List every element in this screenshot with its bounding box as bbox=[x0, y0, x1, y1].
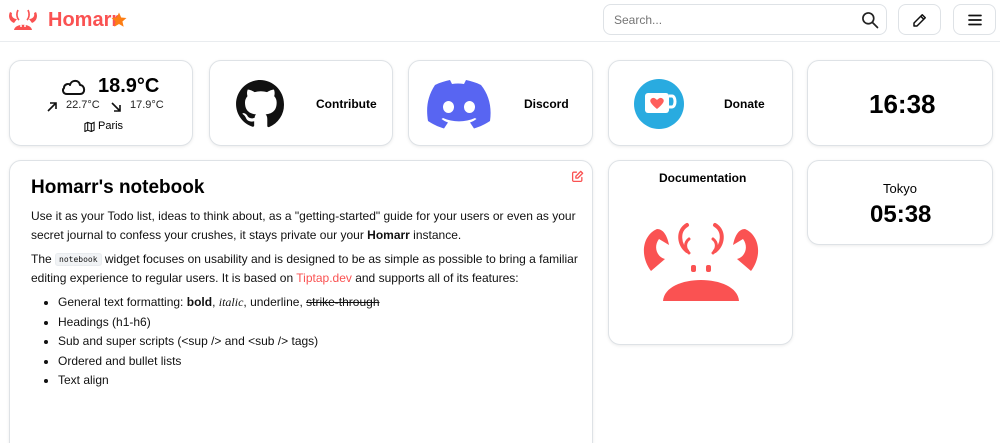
notebook-content[interactable]: Use it as your Todo list, ideas to think… bbox=[31, 207, 591, 391]
notebook-title: Homarr's notebook bbox=[31, 177, 205, 198]
tiptap-link[interactable]: Tiptap.dev bbox=[296, 271, 352, 285]
brand-name: Homarr bbox=[48, 9, 120, 31]
app-tile-contribute[interactable]: Contribute bbox=[209, 60, 393, 146]
app-label-discord: Discord bbox=[524, 97, 569, 111]
menu-button[interactable] bbox=[953, 4, 996, 35]
clock-widget-local: 16:38 bbox=[807, 60, 993, 146]
hamburger-menu-icon bbox=[968, 14, 982, 26]
edit-note-icon[interactable] bbox=[571, 170, 584, 183]
arrow-down-right-icon bbox=[111, 102, 121, 112]
clock-time: 05:38 bbox=[870, 201, 932, 228]
homarr-logo-icon[interactable] bbox=[6, 6, 40, 36]
weather-widget: 18.9°C 22.7°C 17.9°C Paris bbox=[9, 60, 193, 146]
notebook-paragraph: The notebook widget focuses on usability… bbox=[31, 252, 578, 285]
edit-mode-button[interactable] bbox=[898, 4, 941, 35]
notebook-widget: Homarr's notebook Use it as your Todo li… bbox=[9, 160, 593, 443]
clock-city: Tokyo bbox=[883, 181, 917, 196]
search-input[interactable] bbox=[614, 11, 854, 29]
search-box bbox=[603, 4, 887, 35]
top-header: Homarr bbox=[0, 0, 1000, 42]
list-item: General text formatting: bold, italic, u… bbox=[58, 293, 591, 313]
app-label-donate: Donate bbox=[724, 97, 765, 111]
app-tile-discord[interactable]: Discord bbox=[408, 60, 593, 146]
weather-low: 17.9°C bbox=[130, 99, 164, 111]
list-item: Headings (h1-h6) bbox=[58, 313, 591, 333]
edit-pen-icon bbox=[913, 14, 926, 27]
inline-code: notebook bbox=[55, 253, 102, 266]
search-icon[interactable] bbox=[860, 10, 880, 30]
cloud-icon bbox=[62, 79, 86, 95]
clock-widget-tokyo: Tokyo 05:38 bbox=[807, 160, 993, 245]
list-item: Text align bbox=[58, 371, 591, 391]
app-tile-donate[interactable]: Donate bbox=[608, 60, 793, 146]
weather-location: Paris bbox=[98, 120, 124, 132]
github-icon bbox=[236, 80, 284, 128]
list-item: Sub and super scripts (<sup /> and <sub … bbox=[58, 332, 591, 352]
app-label-contribute: Contribute bbox=[316, 97, 377, 111]
homarr-crab-icon bbox=[643, 223, 759, 301]
list-item: Ordered and bullet lists bbox=[58, 352, 591, 372]
app-label-documentation: Documentation bbox=[659, 171, 747, 185]
arrow-up-right-icon bbox=[47, 102, 57, 112]
clock-time: 16:38 bbox=[869, 89, 936, 119]
weather-high: 22.7°C bbox=[66, 99, 100, 111]
feature-list: General text formatting: bold, italic, u… bbox=[58, 293, 591, 391]
notebook-paragraph: Use it as your Todo list, ideas to think… bbox=[31, 209, 576, 242]
map-icon bbox=[84, 121, 95, 132]
weather-temperature: 18.9°C bbox=[98, 75, 160, 97]
star-icon bbox=[111, 12, 127, 27]
app-tile-documentation[interactable]: Documentation bbox=[608, 160, 793, 345]
kofi-cup-icon bbox=[634, 79, 684, 129]
discord-icon bbox=[427, 80, 491, 129]
